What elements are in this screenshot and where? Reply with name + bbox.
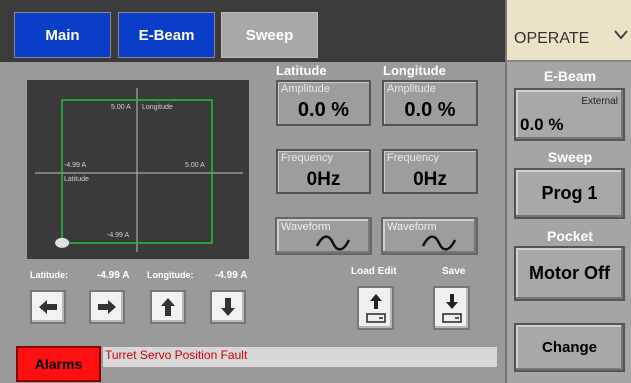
latitude-amplitude-field[interactable]: Amplitude 0.0 % (276, 80, 371, 126)
mode-label: OPERATE (514, 30, 590, 47)
plot-y-bottom-label: -4.99 A (107, 232, 130, 239)
latitude-amplitude-caption: Amplitude (281, 83, 330, 95)
sweep-screen: Main E-Beam Sweep 5.00 A Longitude -4.99… (0, 0, 631, 383)
latitude-heading: Latitude (276, 63, 327, 78)
latitude-waveform-button[interactable]: Waveform (275, 217, 372, 255)
jog-right-button[interactable] (89, 290, 125, 324)
latitude-frequency-caption: Frequency (281, 152, 333, 164)
longitude-amplitude-value: 0.0 % (404, 99, 456, 121)
latitude-amplitude-value: 0.0 % (297, 99, 350, 121)
ebeam-heading: E-Beam (543, 68, 597, 84)
plot-x-max-label: 5.00 A (111, 104, 131, 111)
operate-panel: OPERATE E-Beam External 0.0 % Sweep Prog… (505, 0, 631, 383)
plot-y-axis-name: Latitude (64, 176, 89, 183)
alarm-bar: Alarms Turret Servo Position Fault (14, 344, 498, 382)
jog-left-button[interactable] (30, 290, 66, 324)
longitude-frequency-field[interactable]: Frequency 0Hz (382, 149, 478, 194)
save-label: Save (442, 266, 466, 277)
longitude-amplitude-caption: Amplitude (387, 83, 436, 95)
change-button[interactable]: Change (514, 323, 625, 372)
beam-position-marker (55, 237, 70, 248)
sine-wave-icon (315, 235, 351, 251)
longitude-heading: Longitude (383, 63, 446, 78)
latitude-frequency-value: 0Hz (306, 169, 341, 190)
plot-x-right-label: 5.00 A (185, 162, 205, 169)
jog-down-button[interactable] (210, 290, 246, 324)
ebeam-button[interactable]: External 0.0 % (514, 88, 625, 141)
longitude-amplitude-field[interactable]: Amplitude 0.0 % (382, 80, 478, 126)
longitude-readout-label: Longitude: (147, 270, 194, 280)
latitude-waveform-caption: Waveform (281, 221, 331, 233)
load-edit-button[interactable] (357, 286, 394, 330)
save-button[interactable] (433, 286, 470, 330)
latitude-readout-label: Latitude: (30, 270, 68, 280)
jog-up-button[interactable] (150, 290, 186, 324)
arrow-left-icon (39, 300, 57, 314)
longitude-frequency-value: 0Hz (413, 169, 447, 190)
tab-e-beam[interactable]: E-Beam (118, 12, 215, 58)
plot-canvas (35, 88, 243, 252)
arrow-down-icon (221, 298, 235, 316)
tab-bar: Main E-Beam Sweep (0, 0, 505, 62)
alarms-button[interactable]: Alarms (16, 346, 101, 382)
pocket-motor-button[interactable]: Motor Off (514, 246, 625, 301)
latitude-readout-value: -4.99 A (97, 270, 130, 281)
ebeam-value: 0.0 % (520, 115, 564, 134)
sine-wave-icon (421, 235, 457, 251)
plot-x-axis-name: Longitude (142, 104, 173, 111)
mode-selector[interactable]: OPERATE (507, 0, 631, 62)
arrow-up-icon (161, 298, 175, 316)
ebeam-source-label: External (581, 96, 618, 107)
plot-y-min-label: -4.99 A (64, 162, 87, 169)
longitude-readout-value: -4.99 A (215, 270, 248, 281)
pocket-heading: Pocket (547, 228, 593, 244)
latitude-frequency-field[interactable]: Frequency 0Hz (276, 149, 371, 194)
tab-main[interactable]: Main (14, 12, 111, 58)
sweep-position-plot: 5.00 A Longitude -4.99 A Latitude 5.00 A… (27, 80, 249, 259)
load-edit-label: Load Edit (351, 266, 397, 277)
upload-icon (366, 294, 386, 323)
sweep-program-button[interactable]: Prog 1 (514, 168, 625, 219)
arrow-right-icon (98, 300, 116, 314)
tab-sweep[interactable]: Sweep (221, 12, 318, 58)
chevron-down-icon (614, 30, 628, 40)
longitude-frequency-caption: Frequency (387, 152, 439, 164)
sweep-heading: Sweep (547, 149, 593, 165)
longitude-waveform-caption: Waveform (387, 221, 437, 233)
download-icon (442, 294, 462, 323)
alarm-message: Turret Servo Position Fault (102, 346, 498, 368)
longitude-waveform-button[interactable]: Waveform (381, 217, 478, 255)
